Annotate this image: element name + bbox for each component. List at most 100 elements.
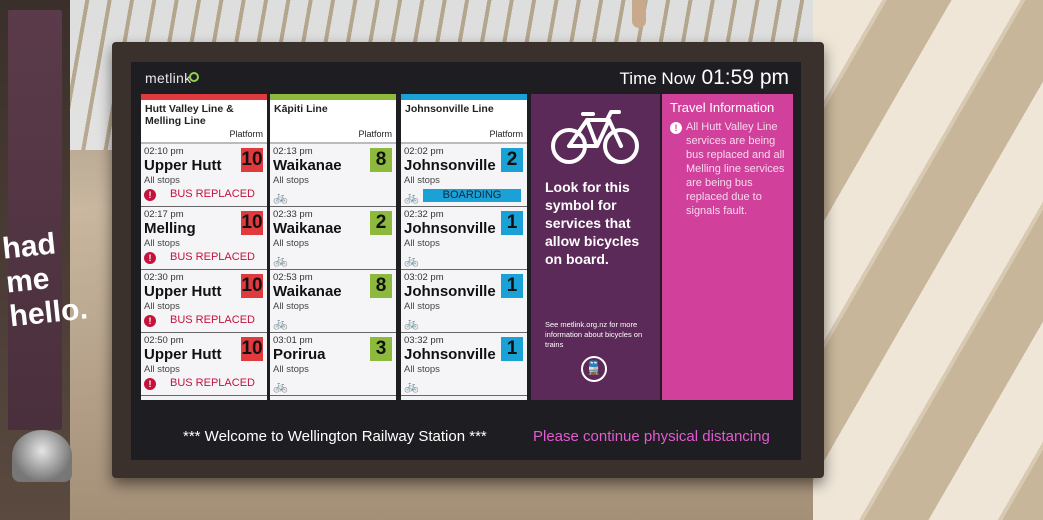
service-row: 02:33 pm Waikanae All stops 2 🚲: [270, 207, 396, 270]
platform-number: 10: [241, 337, 263, 361]
platform-number: 1: [501, 274, 523, 298]
stopping-pattern: All stops: [144, 238, 180, 249]
platform-number: 8: [370, 274, 392, 298]
departure-time: 03:32 pm: [404, 335, 444, 346]
service-row: 02:17 pm Melling All stops 10! BUS REPLACED: [141, 207, 267, 270]
stopping-pattern: All stops: [404, 301, 440, 312]
platform-heading: Platform: [229, 129, 263, 139]
stopping-pattern: All stops: [144, 301, 180, 312]
departure-time: 03:01 pm: [273, 335, 313, 346]
metlink-logo-icon: [189, 72, 199, 82]
platform-number: 8: [370, 148, 392, 172]
status-text: BUS REPLACED: [170, 251, 255, 263]
departure-time: 02:30 pm: [144, 272, 184, 283]
station-roof-structure: [813, 0, 1043, 520]
platform-number: 3: [370, 337, 392, 361]
stopping-pattern: All stops: [273, 364, 309, 375]
service-status: ! BUS REPLACED: [144, 314, 255, 327]
line-header: Johnsonville Line Platform: [401, 94, 527, 144]
service-status: ! BUS REPLACED: [144, 188, 255, 201]
bicycle-icon: 🚲: [273, 379, 288, 393]
line-color-stripe: [270, 94, 396, 100]
destination: Johnsonville: [404, 220, 496, 237]
bicycle-icon: 🚲: [404, 316, 419, 330]
travel-information-panel: Travel Information ! All Hutt Valley Lin…: [662, 94, 793, 400]
service-row: 02:10 pm Upper Hutt All stops 10! BUS REPLAC…: [141, 144, 267, 207]
departure-time: 02:50 pm: [144, 335, 184, 346]
stopping-pattern: All stops: [404, 364, 440, 375]
boarding-badge: BOARDING: [423, 189, 521, 202]
scrolling-ticker: *** Welcome to Wellington Railway Statio…: [131, 422, 801, 452]
destination: Johnsonville: [404, 346, 496, 363]
board-header: metlink Time Now 01:59 pm: [131, 62, 801, 94]
departure-time: 02:10 pm: [144, 146, 184, 157]
bicycle-icon: 🚲: [273, 253, 288, 267]
bicycle-icon: 🚲: [404, 379, 419, 393]
current-time: Time Now 01:59 pm: [620, 66, 789, 90]
departure-time: 02:33 pm: [273, 209, 313, 220]
destination: Porirua: [273, 346, 326, 363]
advertisement-text: had me hello.: [0, 227, 90, 334]
departure-board-screen: metlink Time Now 01:59 pm Hutt Valley Lin…: [131, 62, 801, 460]
service-row: 02:32 pm Johnsonville All stops 1 🚲: [401, 207, 527, 270]
destination: Melling: [144, 220, 196, 237]
alert-icon: !: [144, 378, 156, 390]
departure-time: 02:32 pm: [404, 209, 444, 220]
destination: Upper Hutt: [144, 346, 222, 363]
platform-number: 10: [241, 211, 263, 235]
alert-icon: !: [144, 252, 156, 264]
line-column: Hutt Valley Line & Melling Line Platform 0…: [141, 94, 267, 400]
metlink-logo: metlink: [145, 70, 192, 86]
time-label: Time Now: [619, 69, 696, 88]
alert-icon: !: [144, 315, 156, 327]
alert-icon: !: [670, 122, 682, 134]
service-row: 02:50 pm Upper Hutt All stops 10 ! BUS REPLAC…: [141, 333, 267, 396]
destination: Johnsonville: [404, 157, 496, 174]
service-status: ! BUS REPLACED: [144, 251, 255, 264]
platform-number: 1: [501, 337, 523, 361]
line-name: Kāpiti Line: [274, 103, 328, 115]
service-row: 03:02 pm Johnsonville All stops 1 🚲: [401, 270, 527, 333]
destination: Upper Hutt: [144, 157, 222, 174]
travel-info-title: Travel Information: [670, 100, 775, 115]
stopping-pattern: All stops: [144, 364, 180, 375]
ticker-notice: Please continue physical distancing: [533, 428, 770, 445]
line-color-stripe: [401, 94, 527, 100]
platform-number: 10: [241, 274, 263, 298]
line-name: Johnsonville Line: [405, 103, 494, 115]
departure-time: 02:02 pm: [404, 146, 444, 157]
destination: Waikanae: [273, 157, 342, 174]
service-row: 02:02 pm Johnsonville All stops 2 🚲 BOARDING: [401, 144, 527, 207]
advertisement-banner: [8, 10, 62, 430]
status-text: BUS REPLACED: [170, 314, 255, 326]
stopping-pattern: All stops: [144, 175, 180, 186]
departure-time: 02:53 pm: [273, 272, 313, 283]
bicycle-icon: 🚲: [273, 190, 288, 204]
line-name: Hutt Valley Line & Melling Line: [145, 103, 234, 127]
service-status: ! BUS REPLACED: [144, 377, 255, 390]
hanging-hook: [632, 0, 646, 28]
platform-number: 2: [501, 148, 523, 172]
bicycle-headline: Look for this symbol for services that a…: [545, 179, 640, 267]
service-row: 02:13 pm Waikanae All stops 8 🚲: [270, 144, 396, 207]
destination: Johnsonville: [404, 283, 496, 300]
departure-time: 03:02 pm: [404, 272, 444, 283]
line-header: Kāpiti Line Platform: [270, 94, 396, 144]
platform-heading: Platform: [489, 129, 523, 139]
departure-time: 02:17 pm: [144, 209, 184, 220]
stopping-pattern: All stops: [404, 238, 440, 249]
bicycle-icon: [551, 110, 639, 164]
line-column: Kāpiti Line Platform 02:13 pm Waikanae All s…: [270, 94, 396, 400]
stopping-pattern: All stops: [404, 175, 440, 186]
bicycle-info-panel: Look for this symbol for services that a…: [531, 94, 660, 400]
stopping-pattern: All stops: [273, 175, 309, 186]
departure-time: 02:13 pm: [273, 146, 313, 157]
service-row: 03:32 pm Johnsonville All stops 1 🚲: [401, 333, 527, 396]
line-header: Hutt Valley Line & Melling Line Platform: [141, 94, 267, 144]
bicycle-icon: 🚲: [273, 316, 288, 330]
status-text: BUS REPLACED: [170, 188, 255, 200]
destination: Waikanae: [273, 283, 342, 300]
ticker-welcome: *** Welcome to Wellington Railway Statio…: [183, 428, 487, 445]
destination: Waikanae: [273, 220, 342, 237]
line-column: Johnsonville Line Platform 02:02 pm Johnson…: [401, 94, 527, 400]
